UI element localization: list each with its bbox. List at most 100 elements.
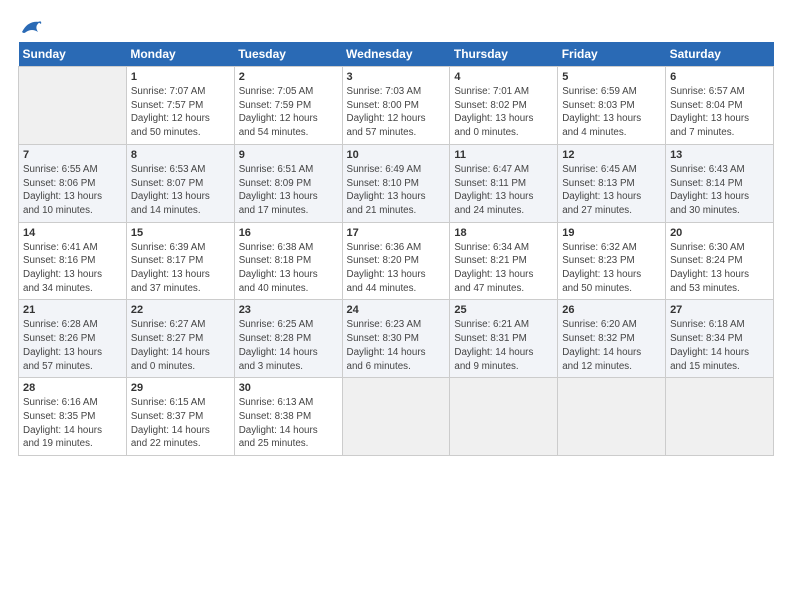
- calendar-cell: 10 Sunrise: 6:49 AM Sunset: 8:10 PM Dayli…: [342, 144, 450, 222]
- calendar-cell: 9 Sunrise: 6:51 AM Sunset: 8:09 PM Daylig…: [234, 144, 342, 222]
- calendar-cell: 3 Sunrise: 7:03 AM Sunset: 8:00 PM Daylig…: [342, 67, 450, 145]
- calendar-cell: [342, 378, 450, 456]
- calendar-cell: 8 Sunrise: 6:53 AM Sunset: 8:07 PM Daylig…: [126, 144, 234, 222]
- day-number: 6: [670, 71, 769, 83]
- calendar-cell: 26 Sunrise: 6:20 AM Sunset: 8:32 PM Dayli…: [558, 300, 666, 378]
- calendar-cell: 17 Sunrise: 6:36 AM Sunset: 8:20 PM Dayli…: [342, 222, 450, 300]
- day-number: 16: [239, 227, 338, 239]
- day-info: Sunrise: 6:32 AM Sunset: 8:23 PM Dayligh…: [562, 241, 661, 296]
- day-number: 11: [454, 149, 553, 161]
- day-info: Sunrise: 6:20 AM Sunset: 8:32 PM Dayligh…: [562, 318, 661, 373]
- calendar-cell: 15 Sunrise: 6:39 AM Sunset: 8:17 PM Dayli…: [126, 222, 234, 300]
- day-number: 24: [347, 304, 446, 316]
- day-info: Sunrise: 6:45 AM Sunset: 8:13 PM Dayligh…: [562, 163, 661, 218]
- calendar-cell: 27 Sunrise: 6:18 AM Sunset: 8:34 PM Dayli…: [666, 300, 774, 378]
- day-info: Sunrise: 6:51 AM Sunset: 8:09 PM Dayligh…: [239, 163, 338, 218]
- col-header-tuesday: Tuesday: [234, 42, 342, 67]
- day-info: Sunrise: 6:47 AM Sunset: 8:11 PM Dayligh…: [454, 163, 553, 218]
- calendar-cell: 25Sunrise: 6:21 AM Sunset: 8:31 PM Dayli…: [450, 300, 558, 378]
- col-header-sunday: Sunday: [19, 42, 127, 67]
- day-info: Sunrise: 6:34 AM Sunset: 8:21 PM Dayligh…: [454, 241, 553, 296]
- day-number: 21: [23, 304, 122, 316]
- calendar-row-1: 7 Sunrise: 6:55 AM Sunset: 8:06 PM Daylig…: [19, 144, 774, 222]
- day-number: 13: [670, 149, 769, 161]
- col-header-wednesday: Wednesday: [342, 42, 450, 67]
- calendar-cell: 22 Sunrise: 6:27 AM Sunset: 8:27 PM Dayli…: [126, 300, 234, 378]
- calendar-cell: 2Sunrise: 7:05 AM Sunset: 7:59 PM Daylig…: [234, 67, 342, 145]
- day-number: 22: [131, 304, 230, 316]
- day-number: 15: [131, 227, 230, 239]
- day-number: 10: [347, 149, 446, 161]
- day-number: 8: [131, 149, 230, 161]
- day-info: Sunrise: 6:49 AM Sunset: 8:10 PM Dayligh…: [347, 163, 446, 218]
- day-info: Sunrise: 6:18 AM Sunset: 8:34 PM Dayligh…: [670, 318, 769, 373]
- day-number: 29: [131, 382, 230, 394]
- col-header-thursday: Thursday: [450, 42, 558, 67]
- calendar-row-0: 1Sunrise: 7:07 AM Sunset: 7:57 PM Daylig…: [19, 67, 774, 145]
- day-number: 5: [562, 71, 661, 83]
- header: [18, 18, 774, 36]
- calendar-cell: 30Sunrise: 6:13 AM Sunset: 8:38 PM Dayli…: [234, 378, 342, 456]
- calendar-cell: 13 Sunrise: 6:43 AM Sunset: 8:14 PM Dayli…: [666, 144, 774, 222]
- day-number: 14: [23, 227, 122, 239]
- calendar-cell: 19 Sunrise: 6:32 AM Sunset: 8:23 PM Dayli…: [558, 222, 666, 300]
- day-info: Sunrise: 6:27 AM Sunset: 8:27 PM Dayligh…: [131, 318, 230, 373]
- day-number: 26: [562, 304, 661, 316]
- header-row: SundayMondayTuesdayWednesdayThursdayFrid…: [19, 42, 774, 67]
- day-info: Sunrise: 6:57 AM Sunset: 8:04 PM Dayligh…: [670, 85, 769, 140]
- calendar-cell: 11 Sunrise: 6:47 AM Sunset: 8:11 PM Dayli…: [450, 144, 558, 222]
- day-number: 18: [454, 227, 553, 239]
- calendar-cell: [558, 378, 666, 456]
- day-info: Sunrise: 6:55 AM Sunset: 8:06 PM Dayligh…: [23, 163, 122, 218]
- calendar-cell: 4 Sunrise: 7:01 AM Sunset: 8:02 PM Daylig…: [450, 67, 558, 145]
- calendar-cell: 16 Sunrise: 6:38 AM Sunset: 8:18 PM Dayli…: [234, 222, 342, 300]
- calendar-cell: 20 Sunrise: 6:30 AM Sunset: 8:24 PM Dayli…: [666, 222, 774, 300]
- calendar-cell: 7 Sunrise: 6:55 AM Sunset: 8:06 PM Daylig…: [19, 144, 127, 222]
- day-info: Sunrise: 6:59 AM Sunset: 8:03 PM Dayligh…: [562, 85, 661, 140]
- logo-bird-icon: [20, 18, 42, 36]
- day-number: 27: [670, 304, 769, 316]
- calendar-cell: 29 Sunrise: 6:15 AM Sunset: 8:37 PM Dayli…: [126, 378, 234, 456]
- day-number: 12: [562, 149, 661, 161]
- day-number: 4: [454, 71, 553, 83]
- calendar-cell: 24 Sunrise: 6:23 AM Sunset: 8:30 PM Dayli…: [342, 300, 450, 378]
- day-info: Sunrise: 6:16 AM Sunset: 8:35 PM Dayligh…: [23, 396, 122, 451]
- calendar-cell: 6 Sunrise: 6:57 AM Sunset: 8:04 PM Daylig…: [666, 67, 774, 145]
- day-number: 1: [131, 71, 230, 83]
- calendar-table: SundayMondayTuesdayWednesdayThursdayFrid…: [18, 42, 774, 456]
- day-info: Sunrise: 6:36 AM Sunset: 8:20 PM Dayligh…: [347, 241, 446, 296]
- calendar-cell: 23Sunrise: 6:25 AM Sunset: 8:28 PM Dayli…: [234, 300, 342, 378]
- calendar-cell: [19, 67, 127, 145]
- calendar-row-2: 14Sunrise: 6:41 AM Sunset: 8:16 PM Dayli…: [19, 222, 774, 300]
- page: SundayMondayTuesdayWednesdayThursdayFrid…: [0, 0, 792, 612]
- day-info: Sunrise: 6:53 AM Sunset: 8:07 PM Dayligh…: [131, 163, 230, 218]
- day-info: Sunrise: 6:23 AM Sunset: 8:30 PM Dayligh…: [347, 318, 446, 373]
- day-info: Sunrise: 6:38 AM Sunset: 8:18 PM Dayligh…: [239, 241, 338, 296]
- day-number: 19: [562, 227, 661, 239]
- day-info: Sunrise: 6:30 AM Sunset: 8:24 PM Dayligh…: [670, 241, 769, 296]
- day-number: 17: [347, 227, 446, 239]
- day-info: Sunrise: 6:15 AM Sunset: 8:37 PM Dayligh…: [131, 396, 230, 451]
- calendar-cell: 18 Sunrise: 6:34 AM Sunset: 8:21 PM Dayli…: [450, 222, 558, 300]
- calendar-cell: 28Sunrise: 6:16 AM Sunset: 8:35 PM Dayli…: [19, 378, 127, 456]
- day-info: Sunrise: 7:03 AM Sunset: 8:00 PM Dayligh…: [347, 85, 446, 140]
- calendar-cell: 21Sunrise: 6:28 AM Sunset: 8:26 PM Dayli…: [19, 300, 127, 378]
- day-number: 30: [239, 382, 338, 394]
- day-number: 2: [239, 71, 338, 83]
- day-info: Sunrise: 6:25 AM Sunset: 8:28 PM Dayligh…: [239, 318, 338, 373]
- day-number: 7: [23, 149, 122, 161]
- day-info: Sunrise: 6:43 AM Sunset: 8:14 PM Dayligh…: [670, 163, 769, 218]
- day-number: 3: [347, 71, 446, 83]
- day-number: 9: [239, 149, 338, 161]
- calendar-cell: [666, 378, 774, 456]
- calendar-cell: 5 Sunrise: 6:59 AM Sunset: 8:03 PM Daylig…: [558, 67, 666, 145]
- calendar-cell: 1Sunrise: 7:07 AM Sunset: 7:57 PM Daylig…: [126, 67, 234, 145]
- day-info: Sunrise: 7:01 AM Sunset: 8:02 PM Dayligh…: [454, 85, 553, 140]
- calendar-cell: 14Sunrise: 6:41 AM Sunset: 8:16 PM Dayli…: [19, 222, 127, 300]
- col-header-friday: Friday: [558, 42, 666, 67]
- calendar-cell: 12 Sunrise: 6:45 AM Sunset: 8:13 PM Dayli…: [558, 144, 666, 222]
- day-info: Sunrise: 6:39 AM Sunset: 8:17 PM Dayligh…: [131, 241, 230, 296]
- col-header-saturday: Saturday: [666, 42, 774, 67]
- day-number: 20: [670, 227, 769, 239]
- calendar-row-4: 28Sunrise: 6:16 AM Sunset: 8:35 PM Dayli…: [19, 378, 774, 456]
